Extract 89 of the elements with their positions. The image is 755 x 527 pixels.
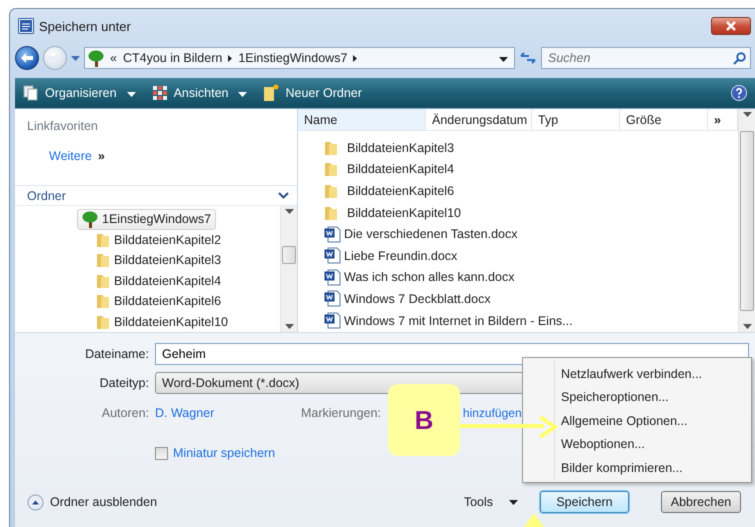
file-row[interactable]: BilddateienKapitel6 <box>324 180 738 202</box>
tree-item[interactable]: BilddateienKapitel6 <box>91 291 226 312</box>
callout-label: B <box>388 384 460 456</box>
tree-item[interactable]: BilddateienKapitel4 <box>91 270 226 291</box>
file-row[interactable]: BilddateienKapitel4 <box>324 158 738 180</box>
menu-item[interactable]: Bilder komprimieren... <box>561 456 751 480</box>
arrow <box>524 513 544 527</box>
word-app-icon <box>18 18 34 34</box>
toolbar-button[interactable]: Neuer Ordner <box>263 84 362 102</box>
tree-item[interactable]: BilddateienKapitel2 <box>91 230 226 250</box>
search-field[interactable]: Suchen <box>541 47 751 69</box>
scroll-down-icon <box>742 324 752 329</box>
file-row[interactable]: Was ich schon alles kann.docx <box>324 266 738 288</box>
checkbox[interactable] <box>155 446 168 460</box>
save-button[interactable]: Speichern <box>540 491 629 513</box>
back-button[interactable] <box>15 46 39 70</box>
tree-item[interactable]: 1EinstiegWindows7 <box>77 209 216 230</box>
field-label: Dateiname: <box>84 347 150 361</box>
tree-icon <box>82 210 98 228</box>
refresh-icon[interactable] <box>519 51 537 65</box>
new-folder-icon <box>263 84 280 102</box>
file-row[interactable]: Windows 7 mit Internet in Bildern - Eins... <box>324 310 738 332</box>
folders-header[interactable]: Ordner <box>27 188 66 202</box>
more-link[interactable]: Weitere » <box>49 149 297 163</box>
scrollbar[interactable] <box>738 109 755 332</box>
hide-folders-button[interactable]: Ordner ausblenden <box>27 494 158 510</box>
help-icon[interactable] <box>731 85 747 101</box>
caret-icon <box>126 92 136 97</box>
folder-icon <box>96 272 110 289</box>
file-row[interactable]: Liebe Freundin.docx <box>324 244 738 267</box>
cancel-button[interactable]: Abbrechen <box>661 491 741 513</box>
scroll-thumb[interactable] <box>740 131 754 311</box>
breadcrumb[interactable]: 1EinstiegWindows7 <box>238 51 348 65</box>
document-icon <box>324 268 341 286</box>
file-row[interactable]: Windows 7 Deckblatt.docx <box>324 288 738 310</box>
history-caret-icon <box>71 56 80 60</box>
separator-arrow-icon <box>353 54 358 62</box>
field-label: Markierungen: <box>301 406 382 420</box>
scroll-up-icon <box>284 209 294 214</box>
breadcrumb[interactable]: CT4you in Bildern <box>122 51 222 65</box>
separator-arrow-icon <box>228 54 232 62</box>
toolbar-button[interactable]: Ansichten <box>152 85 248 101</box>
folder-icon <box>96 293 110 310</box>
scroll-thumb[interactable] <box>282 246 296 264</box>
section-title: Linkfavoriten <box>27 119 99 133</box>
authors-value[interactable]: D. Wagner <box>155 406 301 420</box>
field-label: Autoren: <box>100 406 150 420</box>
folder-icon <box>96 252 110 268</box>
document-icon <box>324 247 341 264</box>
chevron-down-icon[interactable] <box>278 192 289 200</box>
close-icon <box>725 21 737 31</box>
tags-link[interactable]: hinzufügen <box>462 406 522 420</box>
column-header[interactable]: Name <box>298 109 426 130</box>
document-icon <box>324 290 341 308</box>
folder-icon <box>96 232 110 248</box>
tree-icon <box>88 50 104 66</box>
folder-icon <box>96 314 110 330</box>
field-label: Dateityp: <box>98 376 150 390</box>
folder-icon <box>324 182 338 199</box>
checkbox-label[interactable]: Miniatur speichern <box>173 446 276 460</box>
toolbar-button[interactable]: Organisieren <box>23 85 136 101</box>
folder-icon <box>324 204 338 221</box>
tools-button[interactable]: Tools <box>464 495 518 509</box>
folder-icon <box>324 161 338 178</box>
caret-icon <box>509 500 518 504</box>
scrollbar[interactable] <box>280 206 297 332</box>
scroll-up-icon <box>742 112 752 117</box>
scroll-down-icon <box>284 324 294 329</box>
file-row[interactable]: BilddateienKapitel3 <box>324 137 738 159</box>
caret-icon <box>238 92 248 97</box>
menu-item[interactable]: Allgemeine Optionen... <box>561 409 751 432</box>
close-button[interactable] <box>711 17 751 35</box>
overflow-chevron[interactable]: « <box>110 51 117 65</box>
pages-icon <box>23 85 39 101</box>
document-icon <box>324 312 341 330</box>
collapse-icon <box>27 494 44 510</box>
dropdown-caret-icon <box>499 57 508 62</box>
menu-item[interactable]: Weboptionen... <box>561 432 751 456</box>
back-arrow-icon <box>20 52 34 64</box>
window-title: Speichern unter <box>39 18 132 34</box>
document-icon <box>324 226 341 243</box>
file-row[interactable]: BilddateienKapitel10 <box>324 202 738 224</box>
tree-item[interactable]: BilddateienKapitel3 <box>91 250 226 270</box>
search-icon <box>733 52 746 65</box>
tree-item[interactable]: BilddateienKapitel10 <box>91 312 233 332</box>
file-row[interactable]: Die verschiedenen Tasten.docx <box>324 223 738 245</box>
grid-icon <box>152 85 168 101</box>
folder-icon <box>324 140 338 156</box>
address-field[interactable]: « CT4you in Bildern 1EinstiegWindows7 <box>84 47 515 69</box>
